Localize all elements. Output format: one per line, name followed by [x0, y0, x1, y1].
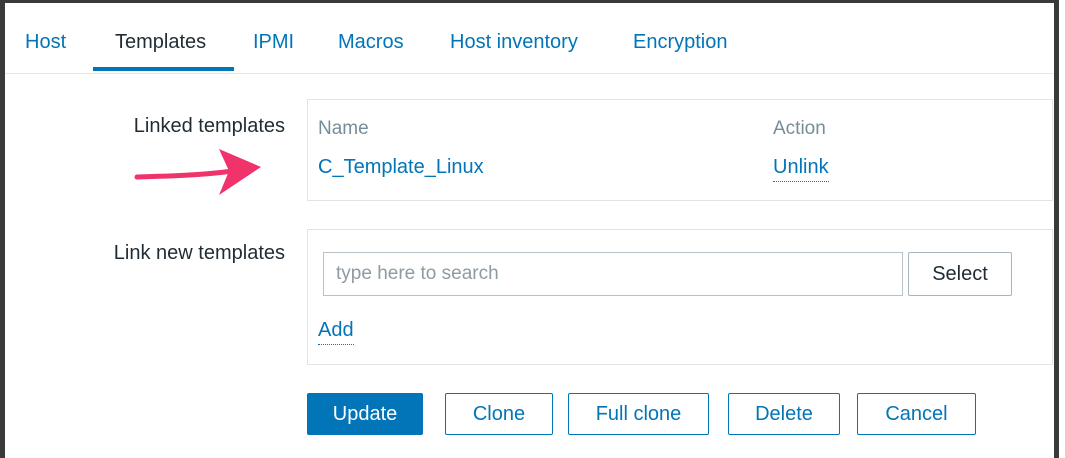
tab-encryption[interactable]: Encryption	[633, 31, 728, 54]
tab-templates[interactable]: Templates	[115, 31, 206, 54]
select-button[interactable]: Select	[908, 252, 1012, 296]
host-form-window: Host Templates IPMI Macros Host inventor…	[0, 0, 1059, 458]
delete-button[interactable]: Delete	[728, 393, 840, 435]
linked-templates-table: Name Action C_Template_Linux Unlink	[307, 99, 1053, 201]
active-tab-indicator	[93, 67, 234, 71]
arrow-right-icon	[134, 149, 261, 195]
template-search-input[interactable]	[323, 252, 903, 296]
tab-ipmi[interactable]: IPMI	[253, 31, 294, 54]
tab-bar: Host Templates IPMI Macros Host inventor…	[5, 3, 1054, 74]
link-new-templates-box	[307, 229, 1053, 365]
tab-host[interactable]: Host	[25, 31, 66, 54]
clone-button[interactable]: Clone	[445, 393, 553, 435]
tab-macros[interactable]: Macros	[338, 31, 404, 54]
update-button[interactable]: Update	[307, 393, 423, 435]
tab-host-inventory[interactable]: Host inventory	[450, 31, 578, 54]
add-link[interactable]: Add	[318, 319, 354, 345]
linked-templates-label: Linked templates	[133, 115, 285, 137]
column-header-name: Name	[318, 118, 369, 139]
full-clone-button[interactable]: Full clone	[568, 393, 709, 435]
link-new-templates-label: Link new templates	[113, 242, 285, 264]
cancel-button[interactable]: Cancel	[857, 393, 976, 435]
linked-template-name-link[interactable]: C_Template_Linux	[318, 156, 484, 179]
unlink-link[interactable]: Unlink	[773, 156, 829, 182]
column-header-action: Action	[773, 118, 826, 139]
